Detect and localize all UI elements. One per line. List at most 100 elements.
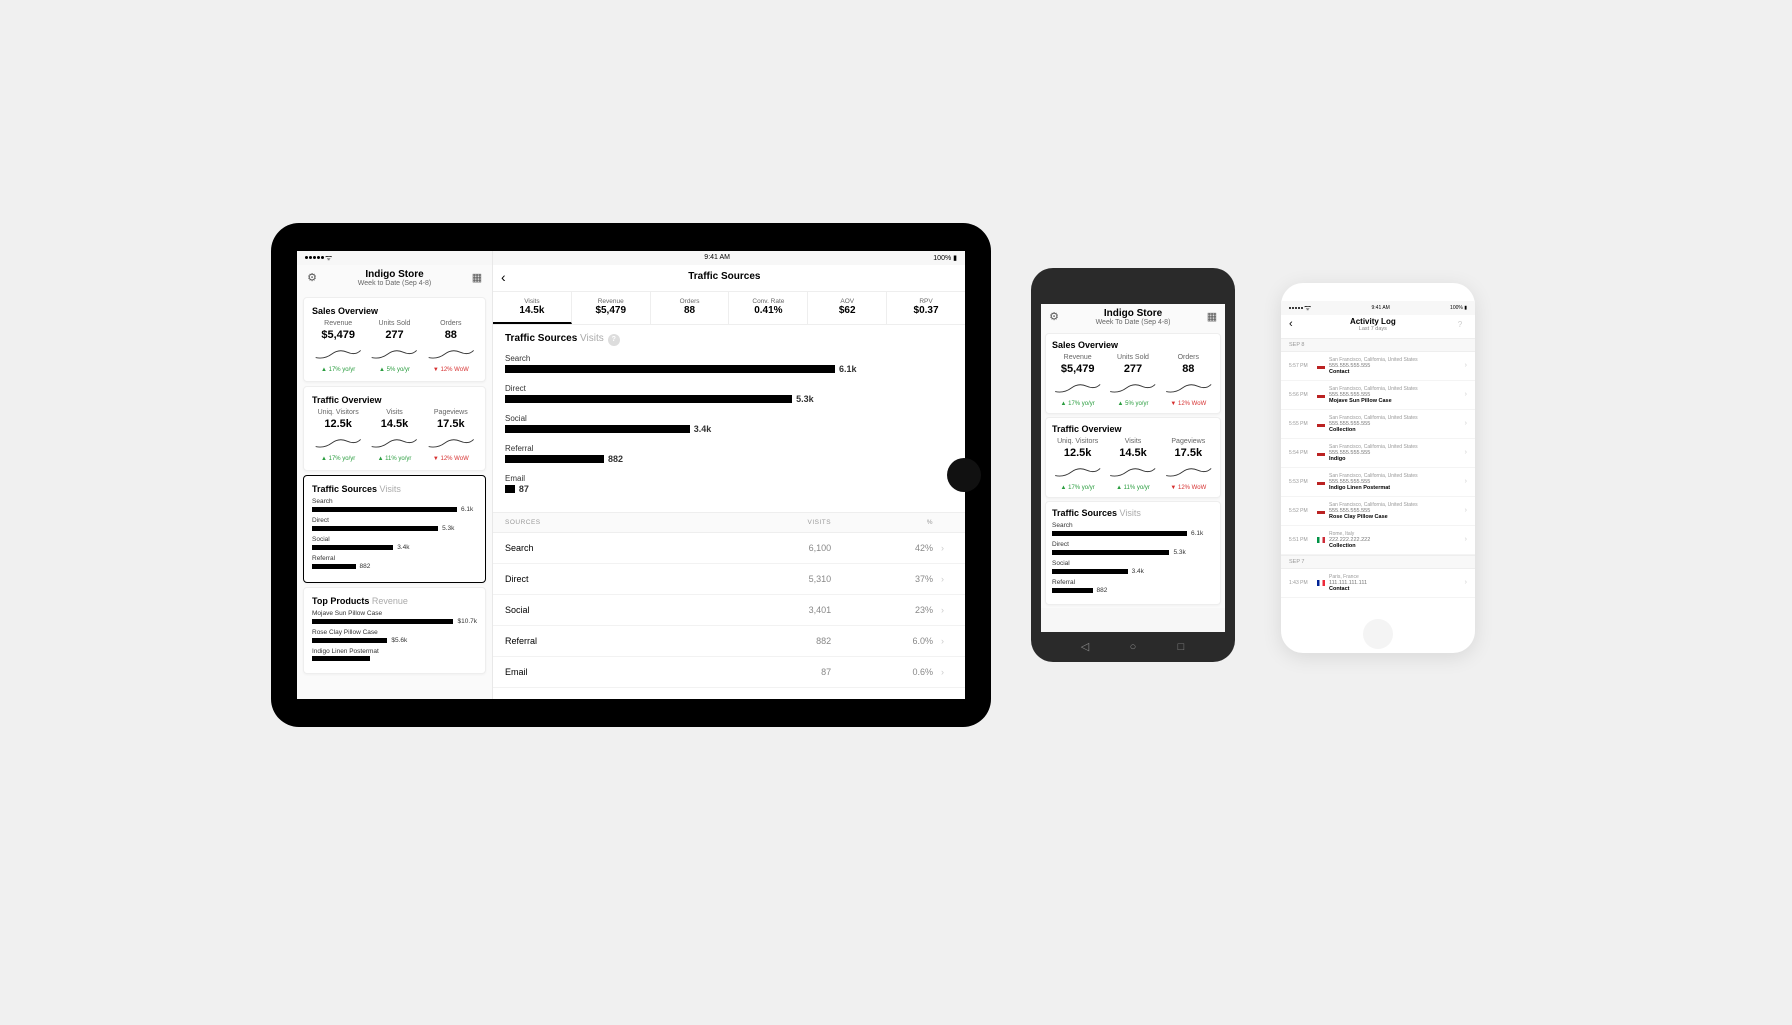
bar-row: Direct 5.3k xyxy=(505,384,953,404)
status-bar: ᯤ xyxy=(297,251,492,265)
log-row[interactable]: 5:57 PM San Francisco, California, Unite… xyxy=(1281,352,1475,381)
main-panel: 9:41 AM 100% ▮ ‹ Traffic Sources Visits1… xyxy=(493,251,965,699)
bar-row: Search 6.1k xyxy=(312,498,477,513)
card-title: Sales Overview xyxy=(312,306,477,316)
home-button[interactable] xyxy=(1363,619,1393,649)
iphone-device: ᯤ 9:41 AM 100% ▮ ‹ Activity Log Last 7 d… xyxy=(1281,283,1475,653)
status-battery: 100% ▮ xyxy=(933,254,957,262)
ipad-screen: ᯤ ⚙ Indigo Store Week to Date (Sep 4-8) … xyxy=(297,251,965,699)
period-label: Week To Date (Sep 4-8) xyxy=(1061,319,1205,326)
tab-orders[interactable]: Orders88 xyxy=(651,292,730,324)
date-separator: SEP 7 xyxy=(1281,555,1475,569)
store-title: Indigo Store xyxy=(319,269,470,280)
card-title: Traffic Overview xyxy=(312,395,477,405)
chevron-right-icon: › xyxy=(1465,507,1467,514)
chevron-right-icon: › xyxy=(1465,449,1467,456)
calendar-icon[interactable]: ▦ xyxy=(1205,310,1219,324)
status-bar: ᯤ 9:41 AM 100% ▮ xyxy=(1281,301,1475,315)
chevron-right-icon: › xyxy=(1465,478,1467,485)
traffic-sources-card[interactable]: Traffic Sources Visits Search 6.1k Direc… xyxy=(303,475,486,583)
table-row[interactable]: Social 3,401 23% › xyxy=(493,595,965,626)
gear-icon[interactable]: ⚙ xyxy=(1047,310,1061,324)
chevron-right-icon: › xyxy=(941,543,953,553)
android-nav: ◁ ○ □ xyxy=(1031,640,1235,654)
tab-revenue[interactable]: Revenue$5,479 xyxy=(572,292,651,324)
log-row[interactable]: 1:43 PM Paris, France 111.111.111.111 Co… xyxy=(1281,569,1475,598)
bar-row: Indigo Linen Postermat xyxy=(312,648,477,661)
bar-row: Email 87 xyxy=(505,474,953,494)
chevron-right-icon: › xyxy=(941,574,953,584)
table-row[interactable]: Direct 5,310 37% › xyxy=(493,564,965,595)
home-icon[interactable]: ○ xyxy=(1126,640,1140,654)
metric: Units Sold 277 ▲ 5% yo/yr xyxy=(1107,354,1158,407)
status-time: 9:41 AM xyxy=(704,254,730,261)
metric: Pageviews 17.5k ▼ 12% WoW xyxy=(425,409,477,462)
chevron-right-icon: › xyxy=(1465,579,1467,586)
table-row[interactable]: Email 87 0.6% › xyxy=(493,657,965,688)
bar-row: Mojave Sun Pillow Case $10.7k xyxy=(312,610,477,625)
flag-icon xyxy=(1317,421,1325,427)
card-title: Top Products Revenue xyxy=(312,596,477,606)
traffic-sources-card[interactable]: Traffic Sources Visits Search 6.1k Direc… xyxy=(1045,501,1221,605)
recents-icon[interactable]: □ xyxy=(1174,640,1188,654)
store-title: Indigo Store xyxy=(1061,308,1205,319)
metric: Uniq. Visitors 12.5k ▲ 17% yo/yr xyxy=(312,409,364,462)
table-row[interactable]: Search 6,100 42% › xyxy=(493,533,965,564)
calendar-icon[interactable]: ▦ xyxy=(470,271,484,285)
log-row[interactable]: 5:51 PM Rome, Italy 222.222.222.222 Coll… xyxy=(1281,526,1475,555)
page-title: Traffic Sources xyxy=(506,271,943,282)
sales-overview-card[interactable]: Sales Overview Revenue $5,479 ▲ 17% yo/y… xyxy=(303,297,486,382)
metric: Visits 14.5k ▲ 11% yo/yr xyxy=(1107,438,1158,491)
metric: Uniq. Visitors 12.5k ▲ 17% yo/yr xyxy=(1052,438,1103,491)
bar-row: Search 6.1k xyxy=(1052,522,1214,537)
bar-row: Rose Clay Pillow Case $5.6k xyxy=(312,629,477,644)
bar-row: Social 3.4k xyxy=(312,536,477,551)
table-row[interactable]: Referral 882 6.0% › xyxy=(493,626,965,657)
log-row[interactable]: 5:52 PM San Francisco, California, Unite… xyxy=(1281,497,1475,526)
tab-rpv[interactable]: RPV$0.37 xyxy=(887,292,965,324)
back-icon[interactable]: ◁ xyxy=(1078,640,1092,654)
metric: Units Sold 277 ▲ 5% yo/yr xyxy=(368,320,420,373)
traffic-overview-card[interactable]: Traffic Overview Uniq. Visitors 12.5k ▲ … xyxy=(1045,417,1221,498)
log-row[interactable]: 5:55 PM San Francisco, California, Unite… xyxy=(1281,410,1475,439)
bar-row: Referral 882 xyxy=(1052,579,1214,594)
metric: Orders 88 ▼ 12% WoW xyxy=(425,320,477,373)
metric: Revenue $5,479 ▲ 17% yo/yr xyxy=(1052,354,1103,407)
bar-row: Search 6.1k xyxy=(505,354,953,374)
android-screen: ⚙ Indigo Store Week To Date (Sep 4-8) ▦ … xyxy=(1041,304,1225,632)
tab-convrate[interactable]: Conv. Rate0.41% xyxy=(729,292,808,324)
ipad-device: ᯤ ⚙ Indigo Store Week to Date (Sep 4-8) … xyxy=(271,223,991,727)
log-row[interactable]: 5:53 PM San Francisco, California, Unite… xyxy=(1281,468,1475,497)
flag-icon xyxy=(1317,450,1325,456)
chevron-right-icon: › xyxy=(941,667,953,677)
home-button[interactable] xyxy=(947,458,981,492)
flag-icon xyxy=(1317,537,1325,543)
flag-icon xyxy=(1317,508,1325,514)
section-title: Traffic Sources Visits? xyxy=(505,333,953,346)
tab-visits[interactable]: Visits14.5k xyxy=(493,292,572,324)
metric-tabs: Visits14.5k Revenue$5,479 Orders88 Conv.… xyxy=(493,292,965,325)
bar-row: Social 3.4k xyxy=(505,414,953,434)
date-separator: SEP 8 xyxy=(1281,338,1475,352)
status-bar: 9:41 AM 100% ▮ xyxy=(493,251,965,265)
card-title: Traffic Sources Visits xyxy=(312,484,477,494)
info-badge[interactable]: ? xyxy=(608,334,620,346)
help-icon[interactable]: ? xyxy=(1453,317,1467,331)
metric: Orders 88 ▼ 12% WoW xyxy=(1163,354,1214,407)
period-label: Week to Date (Sep 4-8) xyxy=(319,280,470,287)
top-products-card[interactable]: Top Products Revenue Mojave Sun Pillow C… xyxy=(303,587,486,674)
tab-aov[interactable]: AOV$62 xyxy=(808,292,887,324)
metric: Visits 14.5k ▲ 11% yo/yr xyxy=(368,409,420,462)
log-row[interactable]: 5:56 PM San Francisco, California, Unite… xyxy=(1281,381,1475,410)
sales-overview-card[interactable]: Sales Overview Revenue $5,479 ▲ 17% yo/y… xyxy=(1045,333,1221,414)
chevron-right-icon: › xyxy=(1465,536,1467,543)
gear-icon[interactable]: ⚙ xyxy=(305,271,319,285)
iphone-screen: ᯤ 9:41 AM 100% ▮ ‹ Activity Log Last 7 d… xyxy=(1281,301,1475,627)
metric: Pageviews 17.5k ▼ 12% WoW xyxy=(1163,438,1214,491)
flag-icon xyxy=(1317,363,1325,369)
metric: Revenue $5,479 ▲ 17% yo/yr xyxy=(312,320,364,373)
log-row[interactable]: 5:54 PM San Francisco, California, Unite… xyxy=(1281,439,1475,468)
traffic-overview-card[interactable]: Traffic Overview Uniq. Visitors 12.5k ▲ … xyxy=(303,386,486,471)
bar-row: Referral 882 xyxy=(505,444,953,464)
sidebar: ᯤ ⚙ Indigo Store Week to Date (Sep 4-8) … xyxy=(297,251,493,699)
